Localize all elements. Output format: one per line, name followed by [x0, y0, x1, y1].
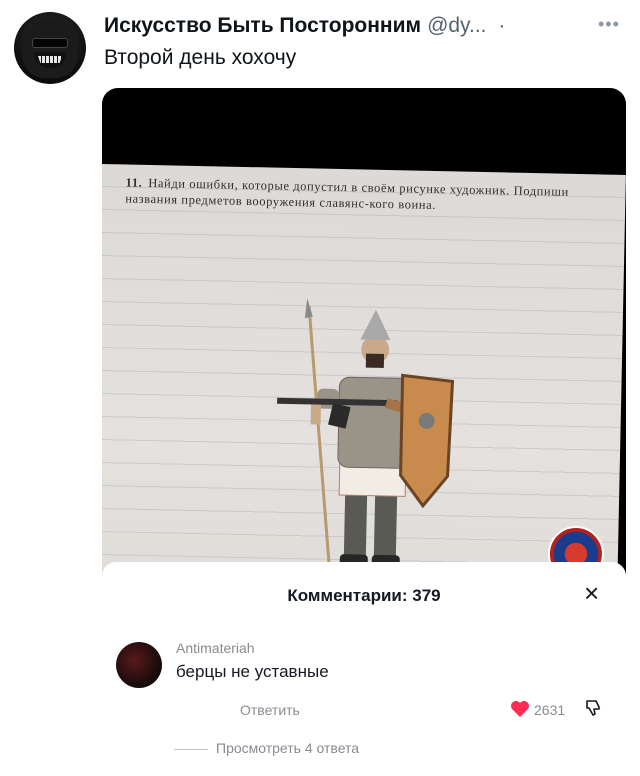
reply-button[interactable]: Ответить: [240, 702, 300, 718]
separator-dot: ·: [498, 14, 506, 37]
comments-sheet: Комментарии: 379 × Antimateriah берцы не…: [102, 562, 626, 776]
commenter-username[interactable]: Antimateriah: [176, 640, 255, 656]
exercise-number: 11.: [125, 175, 143, 190]
avatar-glasses: [32, 38, 68, 48]
avatar-teeth: [38, 56, 62, 63]
author-avatar[interactable]: [14, 12, 86, 84]
replies-divider: [174, 749, 208, 750]
heart-like-icon[interactable]: [510, 700, 530, 718]
shield-icon: [399, 373, 455, 509]
close-icon[interactable]: ×: [584, 580, 599, 606]
spear-icon: [304, 298, 333, 592]
comment-text: берцы не уставные: [176, 662, 329, 681]
more-horizontal-icon[interactable]: •••: [598, 15, 628, 36]
avatar-hood: [22, 18, 78, 78]
author-handle[interactable]: @dy...: [427, 14, 486, 37]
like-count: 2631: [534, 702, 566, 718]
comments-title: Комментарии: 379: [287, 586, 441, 605]
view-replies-link[interactable]: Просмотреть 4 ответа: [216, 740, 359, 756]
warrior-illustration: [277, 298, 455, 592]
tweet-media[interactable]: 11. Найди ошибки, которые допустил в своё…: [102, 88, 626, 776]
thumbs-down-icon[interactable]: [584, 698, 604, 718]
commenter-avatar[interactable]: [116, 642, 162, 688]
tweet-text: Второй день хохочу: [104, 46, 297, 69]
author-name[interactable]: Искусство Быть Посторонним: [104, 14, 421, 37]
tweet-author[interactable]: Искусство Быть Посторонним @dy... ·: [104, 12, 564, 40]
